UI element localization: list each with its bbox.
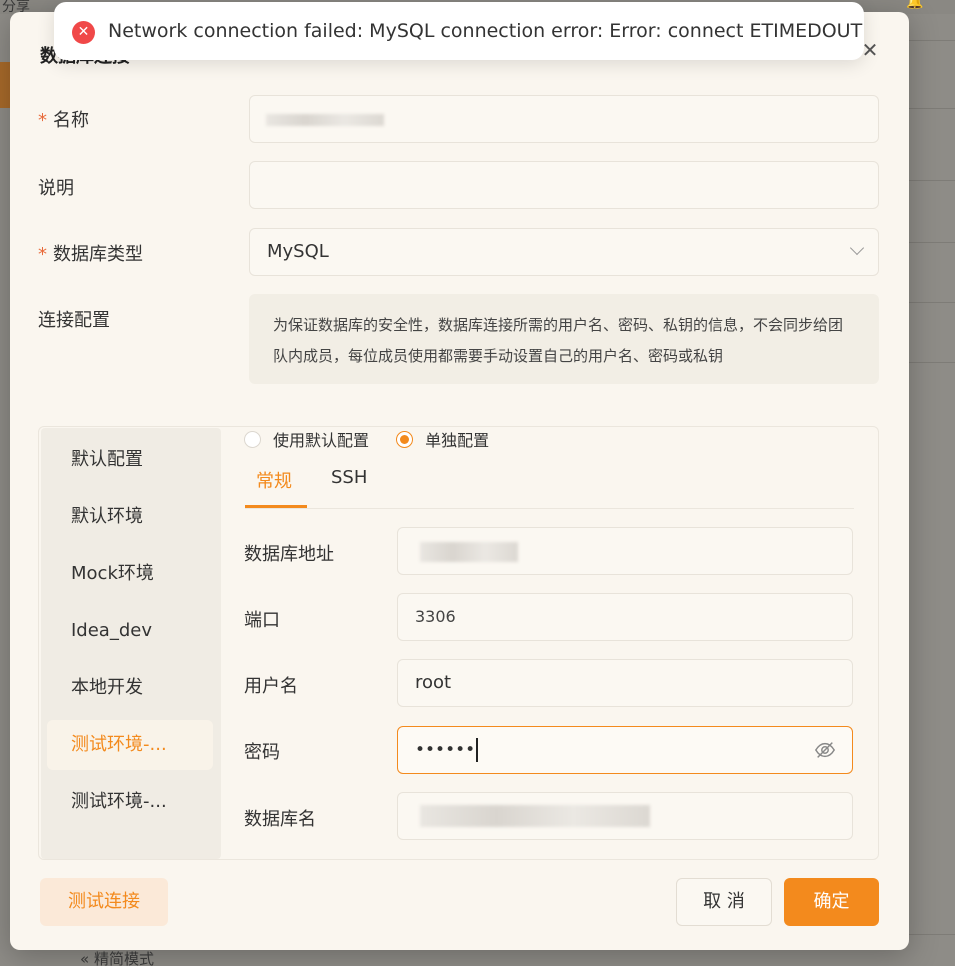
redacted-value: [420, 805, 650, 827]
environment-panel: 默认配置 默认环境 Mock环境 Idea_dev 本地开发 测试环境-... …: [38, 426, 879, 860]
dbname-input[interactable]: [397, 792, 853, 840]
password-label: 密码: [244, 742, 280, 763]
confirm-button[interactable]: 确定: [784, 878, 879, 926]
env-item-idea-dev[interactable]: Idea_dev: [47, 606, 213, 656]
host-label: 数据库地址: [244, 544, 334, 565]
radio-custom[interactable]: 单独配置: [396, 431, 489, 450]
tab-ssh[interactable]: SSH: [331, 467, 367, 488]
port-label: 端口: [244, 610, 280, 631]
user-label: 用户名: [244, 676, 298, 697]
security-notice: 为保证数据库的安全性，数据库连接所需的用户名、密码、私钥的信息，不会同步给团队内…: [249, 294, 879, 384]
host-input[interactable]: [397, 527, 853, 575]
db-type-label: * 数据库类型: [38, 244, 143, 265]
tab-general[interactable]: 常规: [256, 467, 292, 493]
bell-icon: 🔔: [906, 0, 924, 10]
environment-sidebar: 默认配置 默认环境 Mock环境 Idea_dev 本地开发 测试环境-... …: [41, 428, 221, 859]
conn-config-label: 连接配置: [38, 310, 110, 331]
user-input[interactable]: root: [397, 659, 853, 707]
env-item-test-2[interactable]: 测试环境-...: [47, 777, 213, 827]
env-item-default-env[interactable]: 默认环境: [47, 492, 213, 542]
name-input[interactable]: [249, 95, 879, 143]
port-input[interactable]: 3306: [397, 593, 853, 641]
error-toast: ✕ Network connection failed: MySQL conne…: [54, 2, 864, 60]
db-type-select[interactable]: MySQL: [249, 228, 879, 276]
radio-use-default[interactable]: 使用默认配置: [244, 431, 369, 450]
eye-off-icon[interactable]: [814, 739, 836, 761]
db-connection-dialog: 数据库连接 ✕ *名称 说明 *数据库类型 MySQL 连接配置 为保证数据库的…: [10, 12, 909, 950]
name-label: * 名称: [38, 110, 89, 131]
env-item-default-config[interactable]: 默认配置: [47, 435, 213, 485]
chevron-down-icon: [849, 240, 865, 256]
background-divider: [909, 302, 955, 303]
db-type-value: MySQL: [267, 241, 329, 262]
error-circle-icon: ✕: [72, 21, 95, 44]
env-item-test-1[interactable]: 测试环境-...: [47, 720, 213, 770]
password-input[interactable]: ••••••: [397, 726, 853, 774]
config-mode-radio-group: 使用默认配置 单独配置: [244, 427, 489, 450]
password-value: ••••••: [415, 740, 476, 760]
background-divider: [909, 242, 955, 243]
env-item-local-dev[interactable]: 本地开发: [47, 663, 213, 713]
desc-label: 说明: [38, 178, 74, 199]
background-divider: [909, 934, 955, 935]
radio-circle: [244, 431, 261, 448]
simple-mode-toggle[interactable]: « 精简模式: [80, 948, 154, 966]
toast-message: Network connection failed: MySQL connect…: [108, 20, 863, 42]
background-divider: [909, 362, 955, 363]
redacted-value: [420, 542, 518, 562]
config-tabs: 常规 SSH: [245, 457, 854, 509]
text-caret: [476, 738, 478, 762]
background-accent-bar: [0, 62, 10, 108]
background-divider: [909, 40, 955, 41]
radio-circle-selected: [396, 431, 414, 448]
redacted-value: [266, 114, 384, 126]
desc-input[interactable]: [249, 161, 879, 209]
background-divider: [909, 180, 955, 181]
active-tab-indicator: [245, 505, 307, 508]
dbname-label: 数据库名: [244, 809, 316, 830]
test-connection-button[interactable]: 测试连接: [40, 878, 168, 926]
background-divider: [909, 108, 955, 109]
env-item-mock[interactable]: Mock环境: [47, 549, 213, 599]
cancel-button[interactable]: 取 消: [676, 878, 772, 926]
